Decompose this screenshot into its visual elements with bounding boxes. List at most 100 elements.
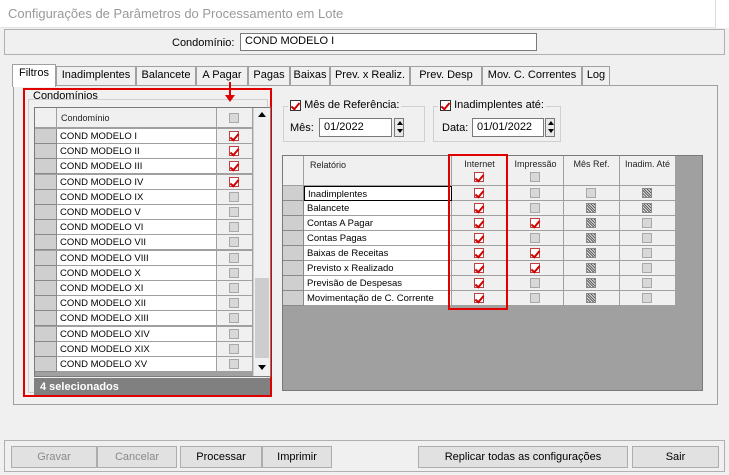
tab-pagas[interactable]: Pagas <box>248 66 290 86</box>
mes_ref-checkbox[interactable] <box>586 248 596 258</box>
mes_ref-checkbox[interactable] <box>586 293 596 303</box>
row-selector[interactable] <box>35 144 57 160</box>
relatorio-row[interactable]: Movimentação de C. Corrente <box>304 291 452 306</box>
inadim-checkbox[interactable] <box>642 233 652 243</box>
inadim-checkbox[interactable] <box>642 278 652 288</box>
relatorio-row[interactable]: Contas Pagas <box>304 231 452 246</box>
condominio-checkbox[interactable] <box>229 328 239 339</box>
condominio-row[interactable]: COND MODELO VII <box>57 235 217 251</box>
inadim-checkbox[interactable] <box>642 248 652 258</box>
condominio-row[interactable]: COND MODELO IX <box>57 189 217 205</box>
condominio-row[interactable]: COND MODELO IV <box>57 174 217 190</box>
relatorio-row-selector[interactable] <box>283 276 304 291</box>
mes_ref-checkbox[interactable] <box>586 233 596 243</box>
relatorio-row[interactable]: Previsto x Realizado <box>304 261 452 276</box>
scroll-thumb[interactable] <box>255 278 269 358</box>
tab-inadimplentes[interactable]: Inadimplentes <box>56 66 136 86</box>
impressao-checkbox[interactable] <box>530 248 540 258</box>
mes_ref-checkbox[interactable] <box>586 203 596 213</box>
tab-a-pagar[interactable]: A Pagar <box>196 66 248 86</box>
scroll-up-icon[interactable] <box>258 112 266 117</box>
processar-button[interactable]: Processar <box>180 446 262 468</box>
condominio-checkbox[interactable] <box>229 146 239 157</box>
impressao-checkbox[interactable] <box>530 278 540 288</box>
row-selector[interactable] <box>35 341 57 357</box>
mes_ref-checkbox[interactable] <box>586 218 596 228</box>
gravar-button[interactable]: Gravar <box>11 446 97 468</box>
mes_ref-checkbox[interactable] <box>586 188 596 198</box>
row-selector[interactable] <box>35 174 57 190</box>
condominio-checkbox[interactable] <box>229 176 239 187</box>
row-selector[interactable] <box>35 311 57 327</box>
imprimir-button[interactable]: Imprimir <box>262 446 332 468</box>
condominio-checkbox[interactable] <box>229 298 239 309</box>
relatorio-row[interactable]: Previsão de Despesas <box>304 276 452 291</box>
tab-mov-c-correntes[interactable]: Mov. C. Correntes <box>482 66 582 86</box>
condominio-checkbox[interactable] <box>229 313 239 324</box>
mes-spinner[interactable] <box>394 118 404 137</box>
condominio-checkbox[interactable] <box>229 359 239 369</box>
tab-prev-desp[interactable]: Prev. Desp <box>410 66 482 86</box>
row-selector[interactable] <box>35 357 57 372</box>
inadim-checkbox[interactable] <box>642 218 652 228</box>
row-selector[interactable] <box>35 129 57 144</box>
condominio-checkbox[interactable] <box>229 343 239 354</box>
tab-balancete[interactable]: Balancete <box>136 66 196 86</box>
select-all-checkbox[interactable] <box>229 113 239 123</box>
row-selector[interactable] <box>35 265 57 281</box>
relatorio-row-selector[interactable] <box>283 201 304 216</box>
relatorio-row[interactable]: Contas A Pagar <box>304 216 452 231</box>
impressao-select-all-checkbox[interactable] <box>530 172 540 182</box>
condominio-checkbox[interactable] <box>229 267 239 278</box>
row-selector[interactable] <box>35 281 57 296</box>
scroll-down-icon[interactable] <box>258 365 266 370</box>
inadimplentes-checkbox[interactable] <box>440 99 451 111</box>
data-input[interactable]: 01/01/2022 <box>472 118 544 137</box>
condominio-row[interactable]: COND MODELO III <box>57 159 217 175</box>
mes-referencia-checkbox[interactable] <box>290 99 301 111</box>
mes_ref-checkbox[interactable] <box>586 263 596 273</box>
row-selector[interactable] <box>35 326 57 342</box>
condominio-row[interactable]: COND MODELO XIX <box>57 341 217 357</box>
impressao-checkbox[interactable] <box>530 263 540 273</box>
row-selector[interactable] <box>35 159 57 175</box>
tab-prev-x-realiz[interactable]: Prev. x Realiz. <box>330 66 410 86</box>
condominio-row[interactable]: COND MODELO VI <box>57 220 217 236</box>
condominio-input[interactable]: COND MODELO I <box>240 33 537 51</box>
condominio-checkbox[interactable] <box>229 207 239 217</box>
condominio-row[interactable]: COND MODELO XII <box>57 296 217 312</box>
relatorio-row-selector[interactable] <box>283 246 304 261</box>
row-selector[interactable] <box>35 189 57 205</box>
row-selector[interactable] <box>35 220 57 236</box>
tab-log[interactable]: Log <box>582 66 610 86</box>
impressao-checkbox[interactable] <box>530 218 540 228</box>
condominio-checkbox[interactable] <box>229 131 239 141</box>
cancelar-button[interactable]: Cancelar <box>97 446 177 468</box>
vertical-scrollbar[interactable] <box>253 108 270 376</box>
impressao-checkbox[interactable] <box>530 188 540 198</box>
inadim-checkbox[interactable] <box>642 203 652 213</box>
relatorio-row[interactable]: Balancete <box>304 201 452 216</box>
relatorio-row[interactable]: Baixas de Receitas <box>304 246 452 261</box>
replicar-button[interactable]: Replicar todas as configurações <box>418 446 628 468</box>
condominio-checkbox[interactable] <box>229 191 239 202</box>
impressao-checkbox[interactable] <box>530 203 540 213</box>
condominio-checkbox[interactable] <box>229 283 239 293</box>
relatorio-row-selector[interactable] <box>283 186 304 201</box>
impressao-checkbox[interactable] <box>530 233 540 243</box>
inadim-checkbox[interactable] <box>642 188 652 198</box>
condominio-row[interactable]: COND MODELO XV <box>57 357 217 372</box>
row-selector[interactable] <box>35 250 57 266</box>
condominio-row[interactable]: COND MODELO X <box>57 265 217 281</box>
condominio-row[interactable]: COND MODELO I <box>57 129 217 144</box>
relatorio-row-selector[interactable] <box>283 261 304 276</box>
condominio-row[interactable]: COND MODELO II <box>57 144 217 160</box>
row-selector[interactable] <box>35 205 57 220</box>
close-button[interactable] <box>715 0 729 28</box>
condominio-checkbox[interactable] <box>229 222 239 233</box>
inadim-checkbox[interactable] <box>642 293 652 303</box>
impressao-checkbox[interactable] <box>530 293 540 303</box>
relatorio-row-selector[interactable] <box>283 231 304 246</box>
mes_ref-checkbox[interactable] <box>586 278 596 288</box>
condominio-row[interactable]: COND MODELO XIV <box>57 326 217 342</box>
